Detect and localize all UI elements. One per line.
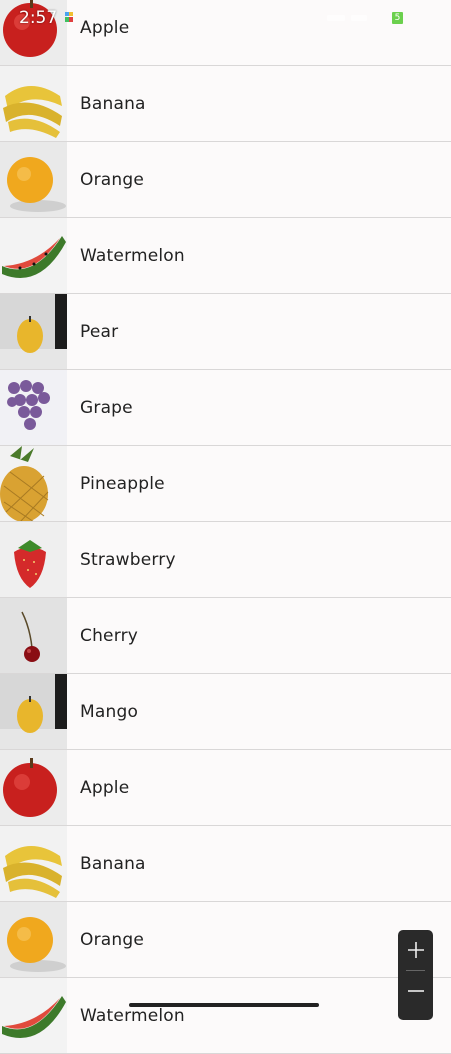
pear-image (0, 294, 67, 369)
list-item[interactable]: Strawberry (0, 522, 451, 598)
zoom-controls (398, 930, 433, 1020)
list-item[interactable]: Watermelon (0, 218, 451, 294)
list-item[interactable]: Mango (0, 674, 451, 750)
list-item-label: Orange (80, 169, 145, 190)
list-item-label: Strawberry (80, 549, 176, 570)
banana-image (0, 66, 67, 141)
watermelon-image (0, 218, 67, 293)
list-item[interactable]: Apple (0, 0, 451, 66)
watermelon-image (0, 978, 67, 1053)
cherry-image (0, 598, 67, 673)
list-item-label: Pear (80, 321, 119, 342)
list-item-label: Watermelon (80, 1005, 185, 1026)
grape-image (0, 370, 67, 445)
home-indicator[interactable] (129, 1003, 319, 1007)
banana-image (0, 826, 67, 901)
list-item[interactable]: Grape (0, 370, 451, 446)
list-item-label: Banana (80, 853, 146, 874)
apple-image (0, 0, 67, 65)
pineapple-image (0, 446, 67, 521)
apple-image (0, 750, 67, 825)
orange-image (0, 142, 67, 217)
list-item-label: Cherry (80, 625, 139, 646)
list-item-label: Orange (80, 929, 145, 950)
list-item-label: Mango (80, 701, 139, 722)
list-item[interactable]: Watermelon (0, 978, 451, 1054)
mango-image (0, 674, 67, 749)
list-item[interactable]: Orange (0, 142, 451, 218)
list-item[interactable]: Banana (0, 826, 451, 902)
list-item-label: Grape (80, 397, 133, 418)
strawberry-image (0, 522, 67, 597)
list-item[interactable]: Apple (0, 750, 451, 826)
list-item-label: Apple (80, 17, 130, 38)
list-item-label: Banana (80, 93, 146, 114)
list-item[interactable]: Cherry (0, 598, 451, 674)
list-item-label: Watermelon (80, 245, 185, 266)
plus-icon (407, 942, 424, 958)
minus-icon (407, 990, 424, 992)
orange-image (0, 902, 67, 977)
list-item[interactable]: Banana (0, 66, 451, 142)
fruit-list[interactable]: Apple Banana Orange Watermelon Pear Grap… (0, 0, 451, 1054)
zoom-in-button[interactable] (398, 930, 433, 970)
list-item[interactable]: Orange (0, 902, 451, 978)
list-item-label: Pineapple (80, 473, 165, 494)
zoom-out-button[interactable] (398, 971, 433, 1011)
list-item[interactable]: Pineapple (0, 446, 451, 522)
list-item-label: Apple (80, 777, 130, 798)
list-item[interactable]: Pear (0, 294, 451, 370)
